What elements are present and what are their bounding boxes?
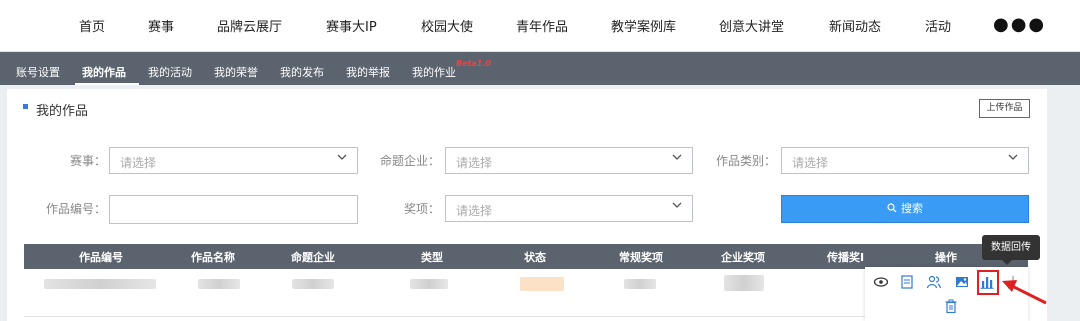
eye-icon[interactable]	[873, 274, 889, 290]
blurred-work-id	[44, 279, 156, 289]
subnav-my-posts[interactable]: 我的发布	[280, 64, 324, 80]
award-select[interactable]: 请选择	[445, 195, 693, 222]
category-label: 作品类别：	[715, 154, 776, 168]
highlight-box	[977, 270, 999, 295]
chevron-down-icon	[672, 154, 682, 160]
blurred-company	[292, 279, 334, 289]
col-actions: 操作	[935, 251, 957, 264]
subnav-my-activities[interactable]: 我的活动	[148, 64, 192, 80]
nav-youth-works[interactable]: 青年作品	[516, 16, 568, 35]
company-label: 命题企业：	[379, 154, 440, 168]
nav-activity[interactable]: 活动	[925, 16, 951, 35]
search-icon	[887, 203, 897, 213]
users-icon[interactable]	[926, 274, 942, 290]
company-select[interactable]: 请选择	[445, 147, 693, 174]
page-title: 我的作品	[36, 104, 89, 119]
award-select-value: 请选择	[456, 204, 493, 218]
col-company: 命题企业	[291, 251, 335, 264]
chevron-down-icon	[1008, 154, 1018, 160]
match-label: 赛事：	[69, 154, 106, 168]
match-select[interactable]: 请选择	[109, 147, 358, 174]
nav-case-library[interactable]: 教学案例库	[611, 16, 676, 35]
blurred-work-name	[198, 279, 240, 289]
blurred-type	[410, 279, 448, 289]
work-id-input[interactable]	[109, 195, 358, 224]
account-subnav: 账号设置 我的作品 我的活动 我的荣誉 我的发布 我的举报 我的作业 Beta1…	[0, 52, 1080, 85]
col-company-award: 企业奖项	[721, 251, 765, 264]
trash-icon[interactable]	[943, 298, 959, 314]
pointer-arrow-icon	[1002, 280, 1047, 305]
col-status: 状态	[524, 251, 546, 264]
image-icon[interactable]	[954, 274, 970, 290]
company-select-value: 请选择	[456, 156, 493, 170]
subnav-my-assignments[interactable]: 我的作业	[412, 64, 456, 80]
nav-brand-hall[interactable]: 品牌云展厅	[217, 16, 282, 35]
nav-competition-ip[interactable]: 赛事大IP	[326, 16, 377, 35]
blurred-status	[520, 277, 564, 291]
category-select[interactable]: 请选择	[781, 147, 1029, 174]
work-id-label: 作品编号：	[45, 202, 106, 216]
nav-competition[interactable]: 赛事	[148, 16, 174, 35]
col-spread-award: 传播奖I	[827, 251, 865, 264]
active-tab-indicator	[75, 83, 139, 85]
nav-campus-ambassador[interactable]: 校园大使	[421, 16, 473, 35]
beta-badge: Beta1.0	[456, 59, 491, 68]
nav-lecture-hall[interactable]: 创意大讲堂	[719, 16, 784, 35]
nav-news[interactable]: 新闻动态	[829, 16, 881, 35]
col-regular-award: 常规奖项	[619, 251, 663, 264]
document-icon[interactable]	[899, 274, 915, 290]
col-work-id: 作品编号	[79, 251, 123, 264]
col-work-name: 作品名称	[191, 251, 235, 264]
blurred-company-award	[724, 275, 764, 291]
upload-work-button[interactable]: 上传作品	[979, 99, 1030, 118]
search-button[interactable]: 搜索	[781, 195, 1029, 223]
chevron-down-icon	[337, 154, 347, 160]
category-select-value: 请选择	[792, 156, 829, 170]
data-return-tooltip: 数据回传	[982, 235, 1040, 265]
subnav-account-settings[interactable]: 账号设置	[16, 64, 60, 80]
top-navigation: 首页 赛事 品牌云展厅 赛事大IP 校园大使 青年作品 教学案例库 创意大讲堂 …	[0, 0, 1080, 52]
subnav-my-reports[interactable]: 我的举报	[346, 64, 390, 80]
more-icon[interactable]: ●●●	[993, 14, 1046, 35]
chevron-down-icon	[672, 202, 682, 208]
title-marker	[23, 104, 28, 109]
subnav-my-honors[interactable]: 我的荣誉	[214, 64, 258, 80]
blurred-regular-award	[624, 279, 656, 289]
col-type: 类型	[421, 251, 443, 264]
match-select-value: 请选择	[120, 156, 157, 170]
table-header: 作品编号 作品名称 命题企业 类型 状态 常规奖项 企业奖项 传播奖I 操作	[24, 244, 1028, 269]
subnav-my-works[interactable]: 我的作品	[82, 64, 126, 80]
award-label: 奖项：	[403, 202, 440, 216]
search-button-label: 搜索	[901, 202, 923, 215]
nav-home[interactable]: 首页	[79, 16, 105, 35]
